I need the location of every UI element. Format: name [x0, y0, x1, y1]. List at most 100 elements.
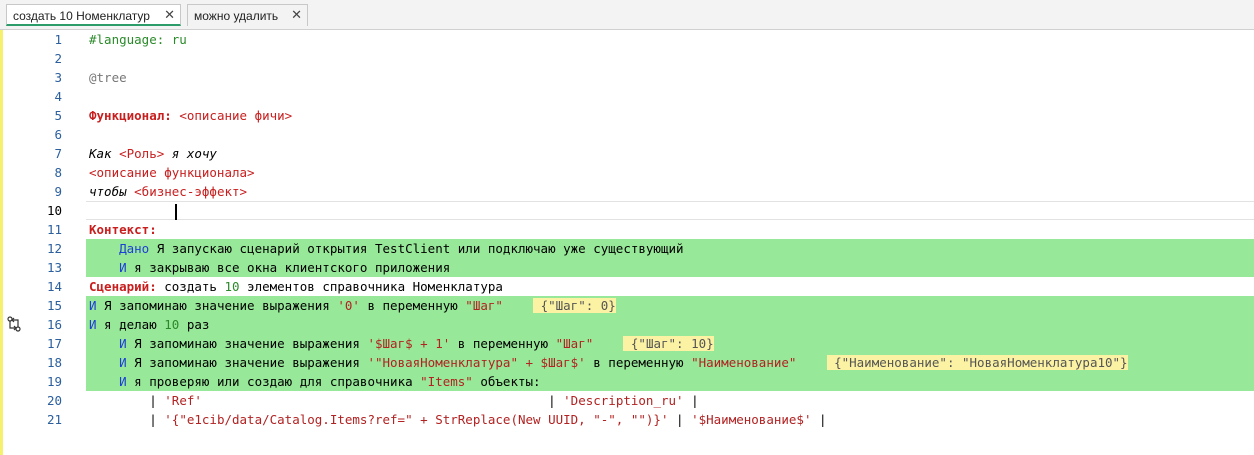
code-line[interactable]: 4 [0, 87, 1254, 106]
code-text: И Я запоминаю значение выражения '"Новая… [89, 353, 1128, 372]
code-token: '0' [337, 298, 360, 313]
code-token: 'Description_ru' [563, 393, 684, 408]
code-token: | [668, 412, 692, 427]
code-token: <бизнес-эффект> [134, 184, 248, 199]
code-text: И я закрываю все окна клиентского прилож… [89, 258, 450, 277]
code-line[interactable]: 20 | 'Ref' | 'Description_ru' | [0, 391, 1254, 410]
code-line[interactable]: 5 Функционал: <описание фичи> [0, 106, 1254, 125]
code-line[interactable]: 11 Контекст: [0, 220, 1254, 239]
line-number: 19 [46, 374, 62, 389]
branch-icon[interactable] [6, 316, 22, 332]
code-line[interactable]: 18 И Я запоминаю значение выражения '"Но… [0, 353, 1254, 372]
code-token: Функционал: [89, 108, 172, 123]
code-token: Я запоминаю значение выражения [126, 355, 368, 370]
code-line[interactable]: 3 @tree [0, 68, 1254, 87]
code-token: Я запоминаю значение выражения [96, 298, 338, 313]
line-number: 13 [46, 260, 62, 275]
code-text: Дано Я запускаю сценарий открытия TestCl… [89, 239, 683, 258]
code-line[interactable]: 6 [0, 125, 1254, 144]
code-token: #language: ru [89, 32, 187, 47]
code-token: Как [89, 146, 120, 161]
code-token: @tree [89, 70, 127, 85]
code-token: объекты: [472, 374, 541, 389]
code-token: Сценарий: [89, 279, 157, 294]
line-number: 3 [54, 70, 62, 85]
code-token: в переменную [359, 298, 466, 313]
code-text: И я проверяю или создаю для справочника … [89, 372, 541, 391]
code-line[interactable]: 14 Сценарий: создать 10 элементов справоч… [0, 277, 1254, 296]
code-text: И я делаю 10 раз [89, 315, 209, 334]
code-token: '$Наименование$' [691, 412, 812, 427]
code-token: | [201, 393, 564, 408]
code-line[interactable]: 9 чтобы <бизнес-эффект> [0, 182, 1254, 201]
code-text: Как <Роль> я хочу [89, 144, 217, 163]
line-number: 2 [54, 51, 62, 66]
code-line[interactable]: 19 И я проверяю или создаю для справочни… [0, 372, 1254, 391]
code-editor[interactable]: 1 #language: ru 2 3 @tree 4 5 Функционал: <опис… [0, 30, 1254, 455]
code-line[interactable]: 1 #language: ru [0, 30, 1254, 49]
code-line[interactable]: 15 И Я запоминаю значение выражения '0' в… [0, 296, 1254, 315]
tab-create-10-items[interactable]: создать 10 Номенклатур ✕ [6, 4, 181, 26]
variable-value-hint: {"Наименование": "НоваяНоменклатура10"} [826, 355, 1128, 370]
code-line[interactable]: 13 И я закрываю все окна клиентского при… [0, 258, 1254, 277]
code-token: И [89, 317, 97, 332]
code-token: И [89, 355, 127, 370]
code-token: чтобы [89, 184, 135, 199]
line-number: 4 [54, 89, 62, 104]
code-token: элементов справочника Номенклатура [239, 279, 503, 294]
code-line[interactable]: 12 Дано Я запускаю сценарий открытия Tes… [0, 239, 1254, 258]
code-token: И [89, 260, 127, 275]
code-text: @tree [89, 68, 127, 87]
code-token: "Наименование" [691, 355, 797, 370]
code-line[interactable]: 16 И я делаю 10 раз [0, 315, 1254, 334]
code-text: | '{"e1cib/data/Catalog.Items?ref=" + St… [89, 410, 827, 429]
code-line[interactable]: 8 <описание функционала> [0, 163, 1254, 182]
tab-can-delete[interactable]: можно удалить ✕ [187, 4, 308, 26]
code-text: И Я запоминаю значение выражения '0' в п… [89, 296, 616, 315]
code-token: | [89, 412, 165, 427]
code-line[interactable]: 7 Как <Роль> я хочу [0, 144, 1254, 163]
line-number: 17 [46, 336, 62, 351]
code-token: "Items" [420, 374, 473, 389]
code-line[interactable]: 10 [0, 201, 1254, 220]
line-number: 18 [46, 355, 62, 370]
code-token: в переменную [585, 355, 692, 370]
code-text: | 'Ref' | 'Description_ru' | [89, 391, 699, 410]
code-token: | [811, 412, 827, 427]
tab-bar: создать 10 Номенклатур ✕ можно удалить ✕ [0, 0, 1254, 30]
code-line[interactable]: 17 И Я запоминаю значение выражения '$Ша… [0, 334, 1254, 353]
code-token: | [89, 393, 165, 408]
code-text: Контекст: [89, 220, 157, 239]
line-number: 15 [46, 298, 62, 313]
code-token: 10 [164, 317, 180, 332]
code-text: <описание функционала> [89, 163, 255, 182]
code-text: Сценарий: создать 10 элементов справочни… [89, 277, 503, 296]
code-line[interactable]: 2 [0, 49, 1254, 68]
code-token: я закрываю все окна клиентского приложен… [126, 260, 451, 275]
code-token: И [89, 336, 127, 351]
code-token: И [89, 298, 97, 313]
code-token: 'Ref' [164, 393, 202, 408]
variable-value-hint: {"Шаг": 10} [623, 336, 714, 351]
code-token: 10 [224, 279, 240, 294]
tab-label: создать 10 Номенклатур [13, 9, 150, 23]
tab-label: можно удалить [194, 9, 279, 23]
code-token: | [683, 393, 699, 408]
line-number: 14 [46, 279, 62, 294]
code-token: "Шаг" [465, 298, 503, 313]
line-number: 8 [54, 165, 62, 180]
code-token: "Шаг" [555, 336, 594, 351]
line-number: 7 [54, 146, 62, 161]
close-icon[interactable]: ✕ [291, 8, 302, 23]
code-line[interactable]: 21 | '{"e1cib/data/Catalog.Items?ref=" +… [0, 410, 1254, 429]
line-number: 5 [54, 108, 62, 123]
code-text: чтобы <бизнес-эффект> [89, 182, 247, 201]
code-token: '{"e1cib/data/Catalog.Items?ref=" + StrR… [164, 412, 669, 427]
line-number: 21 [46, 412, 62, 427]
line-number: 10 [46, 203, 62, 218]
line-number: 12 [46, 241, 62, 256]
close-icon[interactable]: ✕ [164, 8, 175, 23]
line-number: 1 [54, 32, 62, 47]
